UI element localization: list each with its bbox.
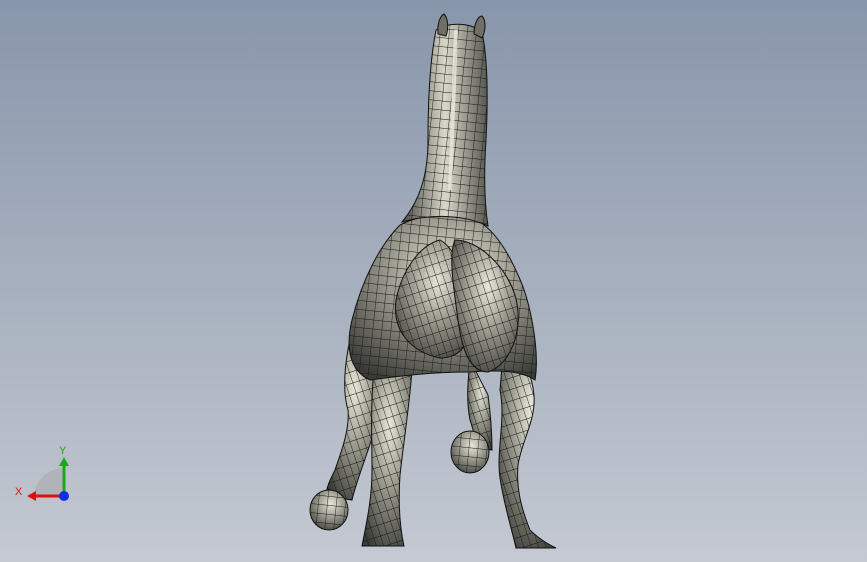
y-axis-label: Y [59, 445, 67, 457]
front-right-leg [450, 358, 493, 474]
horse-neck-head [400, 13, 489, 227]
triad-axes-icon [27, 457, 69, 501]
horse-body [348, 215, 537, 381]
z-axis-dot [59, 491, 69, 501]
graphics-viewport[interactable]: Y X [0, 0, 867, 562]
horse-mesh-model[interactable] [0, 0, 867, 562]
x-axis-label: X [15, 486, 23, 498]
view-orientation-triad[interactable]: Y X [14, 440, 76, 510]
